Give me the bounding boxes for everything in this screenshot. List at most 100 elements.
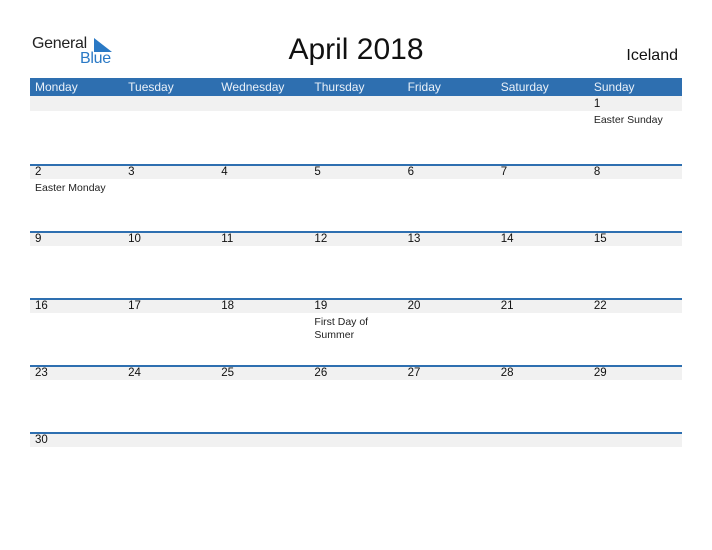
day-number: 30 <box>35 434 48 446</box>
day-number: 28 <box>500 367 514 379</box>
day-number <box>128 433 216 448</box>
day-number <box>35 97 123 112</box>
day-cell: 15 <box>589 231 682 298</box>
day-cell: 20 <box>403 298 496 365</box>
day-cell <box>123 432 216 499</box>
week-row: 30 <box>30 432 682 499</box>
day-cell: 22 <box>589 298 682 365</box>
day-cell <box>496 96 589 164</box>
day-number <box>128 97 216 112</box>
day-number <box>314 433 402 448</box>
weekday-monday: Monday <box>35 80 78 94</box>
day-number: 25 <box>221 367 235 379</box>
day-number: 14 <box>500 233 514 245</box>
day-cell <box>216 432 309 499</box>
day-number: 5 <box>314 166 321 178</box>
day-cell: 13 <box>403 231 496 298</box>
day-cell: 7 <box>496 164 589 231</box>
day-cell: 11 <box>216 231 309 298</box>
day-number <box>408 433 496 448</box>
day-cell: 23 <box>30 365 123 432</box>
day-number <box>501 97 589 112</box>
holiday-label: Easter Sunday <box>593 114 663 126</box>
day-number: 7 <box>500 166 508 178</box>
day-cell <box>30 96 123 164</box>
day-number <box>314 97 402 112</box>
week-row: 23 24 25 26 27 28 29 <box>30 365 682 432</box>
day-cell <box>309 432 402 499</box>
day-cell: 10 <box>123 231 216 298</box>
day-number: 15 <box>593 233 607 245</box>
day-cell: 4 <box>216 164 309 231</box>
day-number: 26 <box>314 367 328 379</box>
day-number: 1 <box>593 98 601 110</box>
calendar-grid: Monday Tuesday Wednesday Thursday Friday… <box>30 78 682 499</box>
day-number: 12 <box>314 233 328 245</box>
day-number: 3 <box>128 166 135 178</box>
day-cell: 3 <box>123 164 216 231</box>
day-number <box>221 97 309 112</box>
weekday-wednesday: Wednesday <box>221 80 285 94</box>
day-cell: 16 <box>30 298 123 365</box>
day-cell: 28 <box>496 365 589 432</box>
holiday-label: First Day of Summer <box>314 316 369 341</box>
day-cell: 24 <box>123 365 216 432</box>
day-cell: 17 <box>123 298 216 365</box>
day-cell: 29 <box>589 365 682 432</box>
day-cell: 5 <box>309 164 402 231</box>
day-number: 9 <box>35 233 42 245</box>
weekday-header: Monday Tuesday Wednesday Thursday Friday… <box>30 78 682 96</box>
day-number: 18 <box>221 300 235 312</box>
weekday-sunday: Sunday <box>593 80 635 94</box>
day-cell: 2 Easter Monday <box>30 164 123 231</box>
day-cell: 18 <box>216 298 309 365</box>
day-cell <box>496 432 589 499</box>
day-number: 27 <box>407 367 421 379</box>
weekday-saturday: Saturday <box>500 80 549 94</box>
day-number: 10 <box>128 233 141 245</box>
day-number: 6 <box>407 166 414 178</box>
day-cell <box>403 432 496 499</box>
day-number <box>221 433 309 448</box>
day-cell <box>309 96 402 164</box>
day-number <box>408 97 496 112</box>
day-cell <box>216 96 309 164</box>
country-label: Iceland <box>626 47 678 64</box>
day-cell: 9 <box>30 231 123 298</box>
day-number: 19 <box>314 300 328 312</box>
day-cell: 26 <box>309 365 402 432</box>
day-number: 24 <box>128 367 141 379</box>
weeks-container: 1 Easter Sunday 2 Easter Monday 3 4 5 6 7 8 9 10 11 1… <box>30 96 682 499</box>
day-number <box>501 433 589 448</box>
day-cell: 8 <box>589 164 682 231</box>
day-number: 11 <box>221 233 234 245</box>
weekday-tuesday: Tuesday <box>128 80 174 94</box>
day-cell: 25 <box>216 365 309 432</box>
day-number: 29 <box>593 367 607 379</box>
day-number: 23 <box>35 367 48 379</box>
weekday-thursday: Thursday <box>314 80 365 94</box>
day-cell: 19 First Day of Summer <box>309 298 402 365</box>
day-number: 4 <box>221 166 228 178</box>
day-cell <box>123 96 216 164</box>
week-row: 16 17 18 19 First Day of Summer 20 21 22 <box>30 298 682 365</box>
day-cell: 27 <box>403 365 496 432</box>
day-cell <box>403 96 496 164</box>
day-number: 2 <box>35 166 42 178</box>
day-number: 13 <box>407 233 421 245</box>
holiday-label: Easter Monday <box>35 182 106 194</box>
day-number: 17 <box>128 300 141 312</box>
day-cell: 30 <box>30 432 123 499</box>
week-row: 1 Easter Sunday <box>30 96 682 164</box>
week-row: 2 Easter Monday 3 4 5 6 7 8 <box>30 164 682 231</box>
day-cell: 6 <box>403 164 496 231</box>
weekday-friday: Friday <box>407 80 441 94</box>
day-number: 22 <box>593 300 607 312</box>
day-number: 8 <box>593 166 601 178</box>
day-cell: 14 <box>496 231 589 298</box>
day-cell: 1 Easter Sunday <box>589 96 682 164</box>
calendar-title: April 2018 <box>288 33 424 66</box>
day-number: 16 <box>35 300 48 312</box>
week-row: 9 10 11 12 13 14 15 <box>30 231 682 298</box>
day-cell <box>589 432 682 499</box>
